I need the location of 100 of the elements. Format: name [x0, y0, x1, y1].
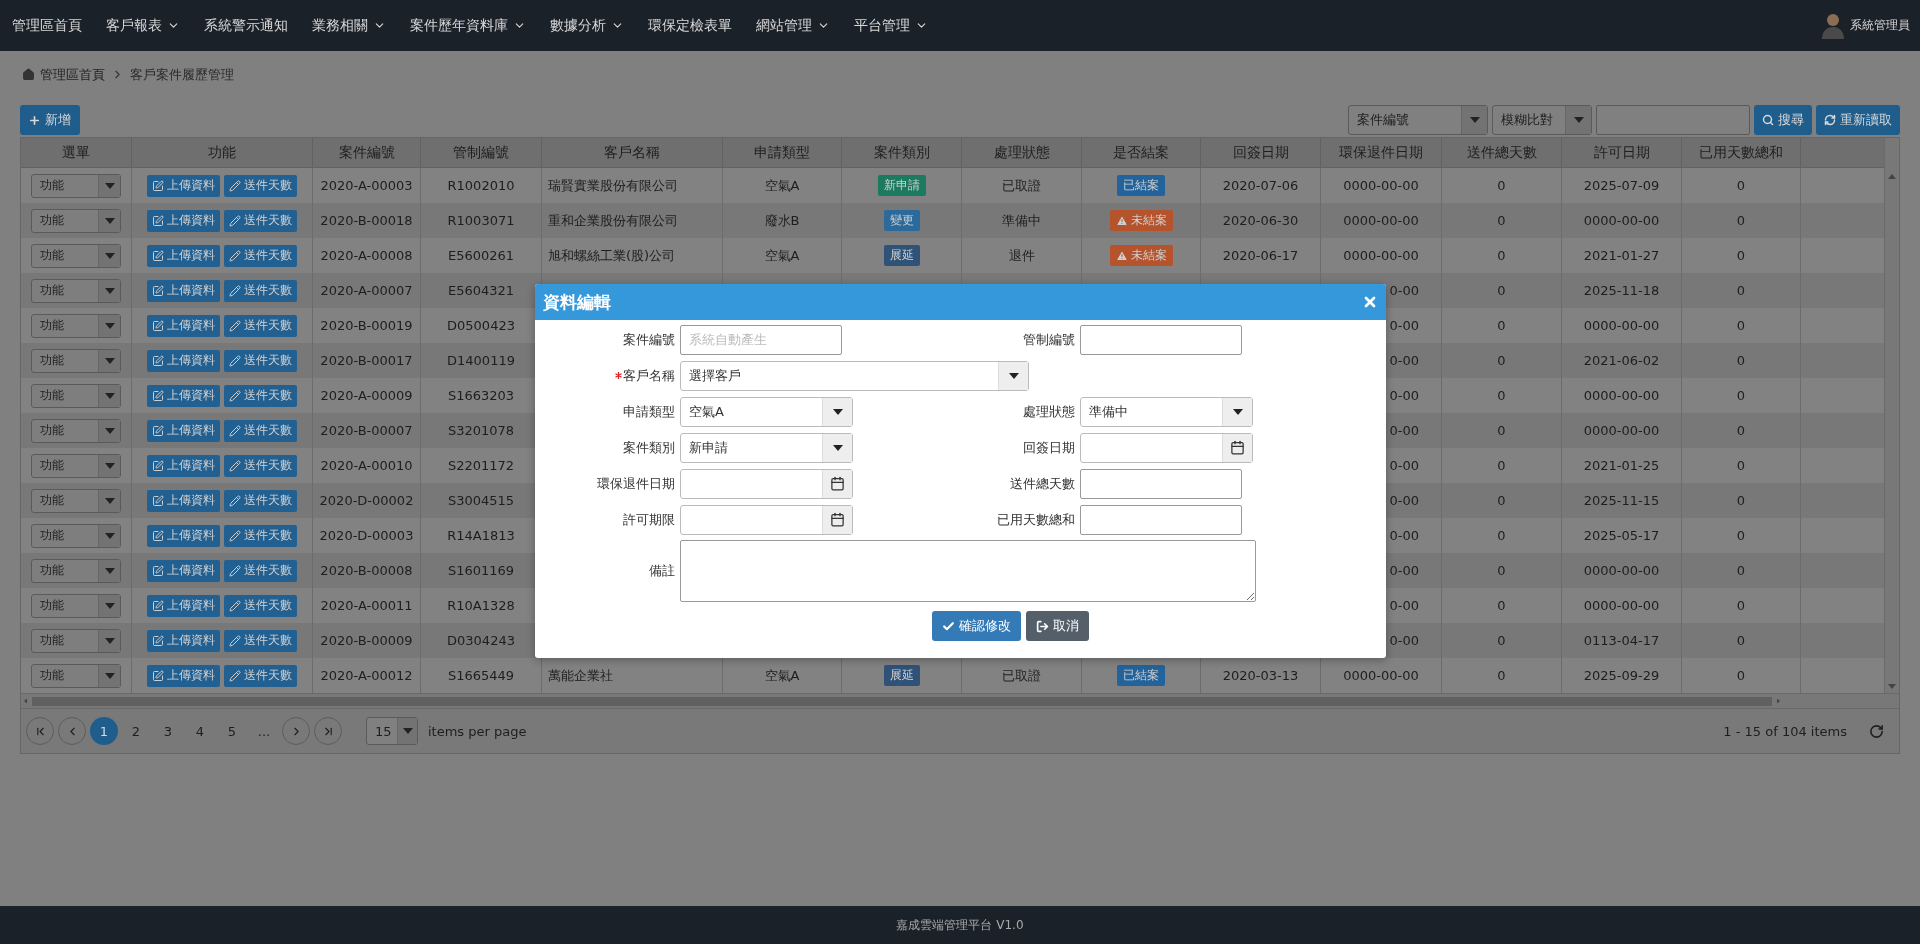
- days-button[interactable]: 送件天數: [224, 489, 297, 512]
- close-icon[interactable]: [1362, 294, 1378, 310]
- upload-button[interactable]: 上傳資料: [147, 419, 220, 442]
- confirm-button[interactable]: 確認修改: [932, 611, 1021, 641]
- column-header[interactable]: 環保退件日期: [1321, 138, 1442, 167]
- row-menu-select[interactable]: 功能: [31, 243, 121, 268]
- upload-button[interactable]: 上傳資料: [147, 209, 220, 232]
- days-button[interactable]: 送件天數: [224, 454, 297, 477]
- search-button[interactable]: 搜尋: [1754, 105, 1812, 135]
- days-button[interactable]: 送件天數: [224, 594, 297, 617]
- row-menu-select[interactable]: 功能: [31, 628, 121, 653]
- column-header[interactable]: 管制編號: [421, 138, 542, 167]
- upload-button[interactable]: 上傳資料: [147, 629, 220, 652]
- text-field[interactable]: [1080, 504, 1242, 535]
- select-field[interactable]: 新申請: [680, 432, 853, 463]
- add-button[interactable]: 新增: [20, 105, 80, 135]
- date-field[interactable]: [1080, 432, 1253, 463]
- nav-menu-item[interactable]: 系統警示通知: [192, 16, 300, 35]
- text-field[interactable]: 系統自動產生: [680, 324, 842, 355]
- row-menu-select[interactable]: 功能: [31, 488, 121, 513]
- column-header[interactable]: 處理狀態: [962, 138, 1082, 167]
- row-menu-select[interactable]: 功能: [31, 313, 121, 338]
- remark-field[interactable]: [680, 540, 1256, 602]
- upload-button[interactable]: 上傳資料: [147, 384, 220, 407]
- user-menu[interactable]: 系統管理員: [1822, 12, 1910, 39]
- upload-button[interactable]: 上傳資料: [147, 489, 220, 512]
- nav-menu-item[interactable]: 環保定檢表單: [636, 16, 744, 35]
- select-field[interactable]: 選擇客戶: [680, 360, 1029, 391]
- days-button[interactable]: 送件天數: [224, 384, 297, 407]
- days-button[interactable]: 送件天數: [224, 419, 297, 442]
- upload-button[interactable]: 上傳資料: [147, 559, 220, 582]
- row-menu-select[interactable]: 功能: [31, 453, 121, 478]
- page-link[interactable]: 2: [122, 717, 150, 745]
- nav-menu-item[interactable]: 數據分析: [538, 16, 636, 35]
- days-button[interactable]: 送件天數: [224, 244, 297, 267]
- days-button[interactable]: 送件天數: [224, 559, 297, 582]
- search-field-select[interactable]: 案件編號: [1348, 105, 1488, 135]
- days-button[interactable]: 送件天數: [224, 349, 297, 372]
- days-button[interactable]: 送件天數: [224, 314, 297, 337]
- upload-button[interactable]: 上傳資料: [147, 314, 220, 337]
- page-size-select[interactable]: 15: [366, 717, 418, 745]
- column-header[interactable]: 案件編號: [313, 138, 421, 167]
- row-menu-select[interactable]: 功能: [31, 278, 121, 303]
- days-button[interactable]: 送件天數: [224, 524, 297, 547]
- column-header[interactable]: 申請類型: [723, 138, 842, 167]
- nav-menu-item[interactable]: 網站管理: [744, 16, 842, 35]
- column-header[interactable]: 案件類別: [842, 138, 962, 167]
- nav-menu-item[interactable]: 業務相關: [300, 16, 398, 35]
- days-button[interactable]: 送件天數: [224, 174, 297, 197]
- column-header[interactable]: 功能: [132, 138, 313, 167]
- days-button[interactable]: 送件天數: [224, 629, 297, 652]
- match-mode-select[interactable]: 模糊比對: [1492, 105, 1592, 135]
- days-button[interactable]: 送件天數: [224, 279, 297, 302]
- vertical-scrollbar[interactable]: [1884, 138, 1899, 693]
- page-link[interactable]: 1: [90, 717, 118, 745]
- upload-button[interactable]: 上傳資料: [147, 244, 220, 267]
- row-menu-select[interactable]: 功能: [31, 383, 121, 408]
- date-field[interactable]: [680, 504, 853, 535]
- nav-menu-item[interactable]: 客戶報表: [94, 16, 192, 35]
- horizontal-scrollbar[interactable]: [21, 693, 1899, 708]
- upload-button[interactable]: 上傳資料: [147, 279, 220, 302]
- upload-button[interactable]: 上傳資料: [147, 454, 220, 477]
- breadcrumb-link[interactable]: 管理區首頁: [22, 65, 105, 84]
- row-menu-select[interactable]: 功能: [31, 418, 121, 443]
- column-header[interactable]: 送件總天數: [1442, 138, 1562, 167]
- column-header[interactable]: 選單: [21, 138, 132, 167]
- nav-menu-item[interactable]: 案件歷年資料庫: [398, 16, 538, 35]
- row-menu-select[interactable]: 功能: [31, 173, 121, 198]
- column-header[interactable]: 許可日期: [1562, 138, 1682, 167]
- row-menu-select[interactable]: 功能: [31, 663, 121, 688]
- row-menu-select[interactable]: 功能: [31, 348, 121, 373]
- upload-button[interactable]: 上傳資料: [147, 524, 220, 547]
- reload-button[interactable]: 重新讀取: [1816, 105, 1900, 135]
- select-field[interactable]: 準備中: [1080, 396, 1253, 427]
- column-header[interactable]: 客戶名稱: [542, 138, 723, 167]
- nav-menu-item[interactable]: 管理區首頁: [0, 16, 94, 35]
- page-link[interactable]: 5: [218, 717, 246, 745]
- text-field[interactable]: [1080, 324, 1242, 355]
- column-header[interactable]: 回簽日期: [1201, 138, 1321, 167]
- column-header[interactable]: 已用天數總和: [1682, 138, 1801, 167]
- page-link[interactable]: 3: [154, 717, 182, 745]
- row-menu-select[interactable]: 功能: [31, 593, 121, 618]
- row-menu-select[interactable]: 功能: [31, 208, 121, 233]
- page-link[interactable]: ...: [250, 717, 278, 745]
- row-menu-select[interactable]: 功能: [31, 558, 121, 583]
- upload-button[interactable]: 上傳資料: [147, 664, 220, 687]
- cancel-button[interactable]: 取消: [1026, 611, 1089, 641]
- search-input[interactable]: [1596, 105, 1750, 135]
- text-field[interactable]: [1080, 468, 1242, 499]
- page-link[interactable]: 4: [186, 717, 214, 745]
- column-header[interactable]: 是否結案: [1082, 138, 1201, 167]
- upload-button[interactable]: 上傳資料: [147, 349, 220, 372]
- upload-button[interactable]: 上傳資料: [147, 174, 220, 197]
- nav-menu-item[interactable]: 平台管理: [842, 16, 940, 35]
- select-field[interactable]: 空氣A: [680, 396, 853, 427]
- upload-button[interactable]: 上傳資料: [147, 594, 220, 617]
- row-menu-select[interactable]: 功能: [31, 523, 121, 548]
- days-button[interactable]: 送件天數: [224, 209, 297, 232]
- date-field[interactable]: [680, 468, 853, 499]
- days-button[interactable]: 送件天數: [224, 664, 297, 687]
